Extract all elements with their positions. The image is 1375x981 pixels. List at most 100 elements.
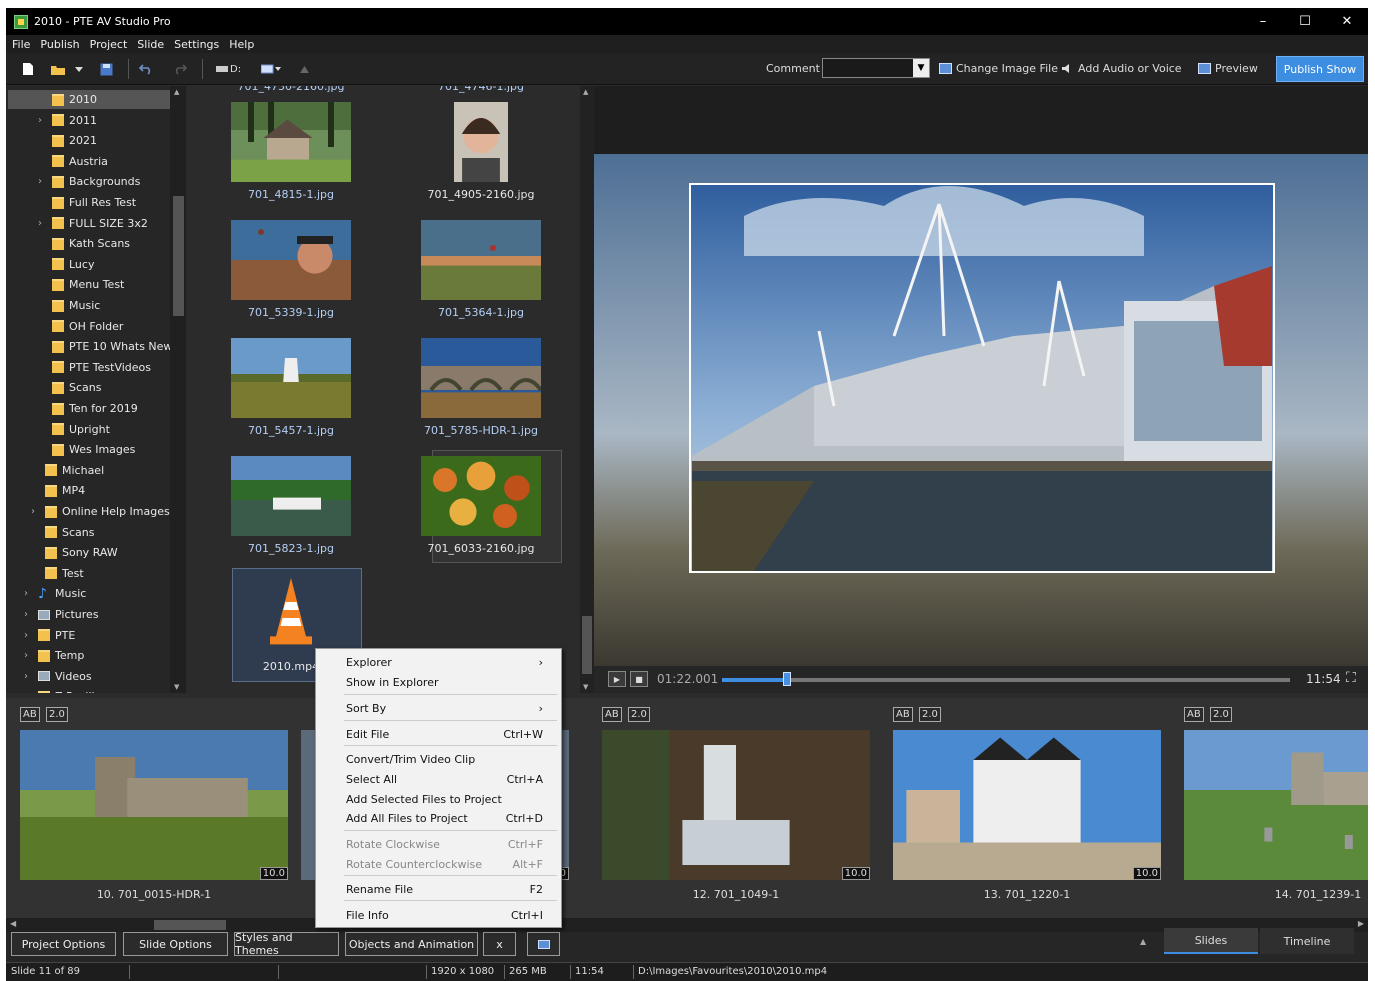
play-button[interactable]: ▶ [608, 671, 626, 687]
context-menu-item[interactable]: Select All Ctrl+A [346, 770, 543, 788]
file-thumbnail[interactable] [421, 220, 541, 300]
tree-item[interactable]: Music [6, 296, 170, 315]
slide-duration[interactable]: 10.0 [259, 867, 288, 880]
slide-thumbnail[interactable]: AB 2.0 10.0 10. 701_0015-HDR-1 [20, 698, 304, 908]
view-mode-icon[interactable] [260, 61, 282, 77]
tree-item[interactable]: Menu Test [6, 275, 170, 294]
tree-item[interactable]: Scans [6, 378, 170, 397]
file-thumbnail[interactable] [421, 338, 541, 418]
add-audio-button[interactable]: Add Audio or Voice [1061, 62, 1182, 75]
preview-button[interactable]: Preview [1198, 62, 1258, 75]
seek-knob[interactable] [783, 672, 792, 686]
context-menu-item[interactable]: Add All Files to Project Ctrl+D [346, 809, 543, 827]
transition-duration-badge[interactable]: 2.0 [919, 707, 941, 722]
tree-item[interactable]: Lucy [6, 255, 170, 274]
expand-chevron-icon[interactable]: › [38, 115, 48, 126]
folder-up-icon[interactable] [296, 61, 312, 77]
stop-button[interactable]: ■ [630, 671, 648, 687]
file-thumbnail[interactable] [231, 456, 351, 536]
file-thumbnail[interactable] [421, 456, 541, 536]
tree-item[interactable]: Sony RAW [6, 543, 170, 562]
slide-thumbnail[interactable]: AB 2.0 14. 701_1239-1 [1184, 698, 1368, 908]
seek-track[interactable] [722, 678, 1290, 682]
file-thumbnail[interactable] [256, 574, 326, 654]
tree-item[interactable]: Upright [6, 420, 170, 439]
expand-chevron-icon[interactable]: › [24, 630, 34, 641]
expand-chevron-icon[interactable]: › [24, 609, 34, 620]
tree-item[interactable]: Full Res Test [6, 193, 170, 212]
tree-item[interactable]: › 2011 [6, 111, 170, 130]
expand-chevron-icon[interactable]: › [24, 650, 34, 661]
comment-dropdown-icon[interactable]: ▼ [913, 59, 929, 77]
slide-options-button[interactable]: Slide Options [123, 932, 228, 956]
fullscreen-icon[interactable]: ⛶ [1346, 670, 1356, 686]
project-options-button[interactable]: Project Options [11, 932, 116, 956]
context-menu-item[interactable]: Sort By › [346, 699, 543, 717]
tree-item[interactable]: Scans [6, 523, 170, 542]
styles-themes-button[interactable]: Styles and Themes [234, 931, 339, 957]
file-thumbnail[interactable] [231, 102, 351, 182]
tree-item[interactable]: › Online Help Images [6, 502, 170, 521]
expand-chevron-icon[interactable]: › [24, 671, 34, 682]
slide-duration[interactable]: 10.0 [841, 867, 870, 880]
tree-item[interactable]: 2010 [8, 90, 172, 109]
context-menu-item[interactable]: Show in Explorer [346, 673, 543, 691]
transition-badge[interactable]: AB [1184, 707, 1204, 722]
tree-item[interactable]: › Temp [6, 646, 170, 665]
expand-chevron-icon[interactable]: › [31, 506, 41, 517]
x-button[interactable]: x [483, 932, 516, 956]
objects-animation-button[interactable]: Objects and Animation [345, 932, 478, 956]
open-folder-icon[interactable] [50, 61, 66, 77]
maximize-button[interactable]: ☐ [1284, 8, 1326, 35]
transition-duration-badge[interactable]: 2.0 [628, 707, 650, 722]
tree-item[interactable]: ⌄ Z Pavilion [6, 687, 170, 693]
undo-icon[interactable] [138, 61, 154, 77]
expand-chevron-icon[interactable]: › [24, 588, 34, 599]
tree-item[interactable]: › Videos [6, 667, 170, 686]
context-menu-item[interactable]: Rename File F2 [346, 880, 543, 898]
open-dropdown-icon[interactable] [74, 61, 84, 77]
drive-selector[interactable]: D: [216, 61, 246, 77]
tab-slides[interactable]: Slides [1164, 928, 1258, 954]
file-thumbnail[interactable] [231, 220, 351, 300]
transition-duration-badge[interactable]: 2.0 [1210, 707, 1232, 722]
save-icon[interactable] [98, 61, 114, 77]
tree-item[interactable]: Michael [6, 461, 170, 480]
slide-thumbnail[interactable]: AB 2.0 10.0 12. 701_1049-1 [602, 698, 886, 908]
transition-badge[interactable]: AB [893, 707, 913, 722]
slide-thumbnail[interactable]: AB 2.0 10.0 13. 701_1220-1 [893, 698, 1177, 908]
redo-icon[interactable] [172, 61, 188, 77]
context-menu-item[interactable]: Convert/Trim Video Clip [346, 750, 543, 768]
tree-item[interactable]: MP4 [6, 481, 170, 500]
menu-file[interactable]: File [12, 38, 30, 51]
file-thumbnail[interactable] [231, 338, 351, 418]
new-file-icon[interactable] [20, 61, 36, 77]
files-scrollbar[interactable]: ▲ ▼ [580, 86, 594, 693]
tree-item[interactable]: PTE TestVideos [6, 358, 170, 377]
menu-help[interactable]: Help [229, 38, 254, 51]
file-thumbnail[interactable] [454, 102, 508, 182]
context-menu-item[interactable]: Edit File Ctrl+W [346, 725, 543, 743]
tree-item[interactable]: Wes Images [6, 440, 170, 459]
context-menu-item[interactable]: Add Selected Files to Project [346, 790, 543, 808]
menu-project[interactable]: Project [90, 38, 128, 51]
tree-item[interactable]: OH Folder [6, 317, 170, 336]
tree-item[interactable]: Ten for 2019 [6, 399, 170, 418]
tree-item[interactable]: 2021 [6, 131, 170, 150]
tab-timeline[interactable]: Timeline [1260, 928, 1354, 954]
tree-item[interactable]: › Backgrounds [6, 172, 170, 191]
tree-item[interactable]: › Pictures [6, 605, 170, 624]
expand-chevron-icon[interactable]: ⌄ [24, 691, 34, 693]
slides-scroll-thumb[interactable] [154, 920, 226, 930]
change-image-button[interactable]: Change Image File [939, 62, 1058, 75]
slide-duration[interactable]: 10.0 [1132, 867, 1161, 880]
publish-show-button[interactable]: Publish Show [1276, 56, 1364, 82]
tree-item[interactable]: › FULL SIZE 3x2 [6, 214, 170, 233]
close-button[interactable]: ✕ [1326, 8, 1368, 35]
tree-item[interactable]: › PTE [6, 626, 170, 645]
transition-duration-badge[interactable]: 2.0 [46, 707, 68, 722]
tree-scroll-thumb[interactable] [173, 196, 184, 316]
tree-item[interactable]: Test [6, 564, 170, 583]
context-menu-item[interactable]: File Info Ctrl+I [346, 906, 543, 924]
menu-publish[interactable]: Publish [40, 38, 79, 51]
